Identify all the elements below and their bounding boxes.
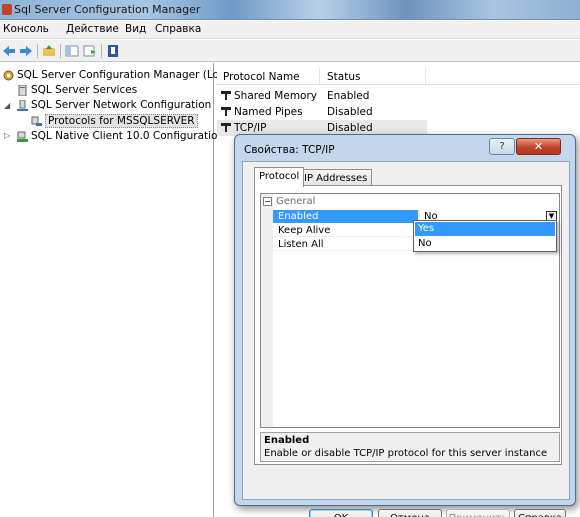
menu-action[interactable]: Действие	[66, 23, 119, 35]
window-title: Sql Server Configuration Manager	[14, 3, 201, 16]
tree-item-protocols[interactable]: Protocols for MSSQLSERVER	[31, 114, 198, 128]
cancel-button[interactable]: Отмена	[378, 509, 442, 517]
menu-console[interactable]: Консоль	[3, 23, 49, 35]
description-title: Enabled	[264, 435, 310, 446]
description-text: Enable or disable TCP/IP protocol for th…	[264, 448, 548, 459]
dialog-body: Protocol IP Addresses − General Enabled …	[242, 161, 570, 517]
enabled-dropdown-list: Yes No	[413, 220, 557, 252]
protocols-icon	[31, 116, 42, 126]
list-header: Protocol Name Status	[217, 68, 580, 85]
list-row[interactable]: Shared Memory Enabled	[217, 88, 427, 104]
native-client-icon	[17, 131, 28, 142]
column-protocol-name[interactable]: Protocol Name	[223, 71, 300, 83]
collapse-category-icon[interactable]: −	[263, 197, 272, 206]
protocol-icon	[221, 107, 231, 116]
dialog-title: Свойства: TCP/IP	[244, 144, 335, 156]
toolbar	[0, 40, 580, 62]
tree-root[interactable]: SQL Server Configuration Manager (Local)	[3, 68, 238, 82]
dropdown-option-yes[interactable]: Yes	[415, 222, 555, 236]
window-titlebar: Sql Server Configuration Manager	[0, 0, 580, 20]
tree-item-network[interactable]: SQL Server Network Configuration	[17, 98, 211, 112]
export-list-icon[interactable]	[83, 44, 97, 58]
column-status[interactable]: Status	[327, 71, 360, 83]
column-divider[interactable]	[425, 68, 426, 84]
toolbar-separator	[37, 44, 38, 58]
expand-arrow-icon[interactable]: ▷	[4, 131, 10, 140]
column-divider[interactable]	[319, 68, 320, 84]
toolbar-separator	[60, 44, 61, 58]
list-row[interactable]: Named Pipes Disabled	[217, 104, 427, 120]
properties-dialog: Свойства: TCP/IP ? ✕ Protocol IP Address…	[234, 134, 576, 517]
network-config-icon	[17, 99, 28, 111]
grid-gutter	[261, 194, 273, 427]
app-icon	[2, 4, 12, 15]
config-manager-icon	[3, 70, 14, 80]
show-hide-tree-icon[interactable]	[65, 44, 79, 58]
collapse-arrow-icon[interactable]: ◢	[4, 101, 10, 110]
toolbar-separator	[101, 44, 102, 58]
forward-arrow-icon[interactable]	[19, 44, 33, 58]
help-button[interactable]: Справка	[514, 509, 566, 517]
up-folder-icon[interactable]	[42, 44, 56, 58]
ok-button[interactable]: OK	[309, 509, 373, 517]
console-tree: SQL Server Configuration Manager (Local)…	[0, 63, 238, 517]
apply-button: Применить	[446, 509, 510, 517]
tree-item-services[interactable]: SQL Server Services	[17, 83, 137, 97]
tab-protocol[interactable]: Protocol	[254, 167, 305, 187]
protocol-icon	[221, 91, 231, 100]
description-pane: Enabled Enable or disable TCP/IP protoco…	[260, 432, 560, 462]
menu-view[interactable]: Вид	[125, 23, 146, 35]
category-general: General	[276, 196, 316, 207]
help-book-icon[interactable]	[106, 44, 120, 58]
property-name[interactable]: Enabled	[273, 210, 418, 223]
dialog-close-button[interactable]: ✕	[516, 138, 561, 155]
menu-help[interactable]: Справка	[155, 23, 201, 35]
menu-bar: Консоль Действие Вид Справка	[0, 21, 580, 39]
server-services-icon	[18, 84, 27, 96]
protocol-icon	[221, 123, 231, 132]
property-name[interactable]: Listen All	[273, 238, 418, 251]
tree-item-native-client[interactable]: SQL Native Client 10.0 Configuration	[17, 129, 224, 143]
dropdown-option-no[interactable]: No	[415, 237, 555, 251]
dialog-help-button[interactable]: ?	[489, 138, 515, 155]
back-arrow-icon[interactable]	[2, 44, 16, 58]
property-name[interactable]: Keep Alive	[273, 224, 418, 237]
